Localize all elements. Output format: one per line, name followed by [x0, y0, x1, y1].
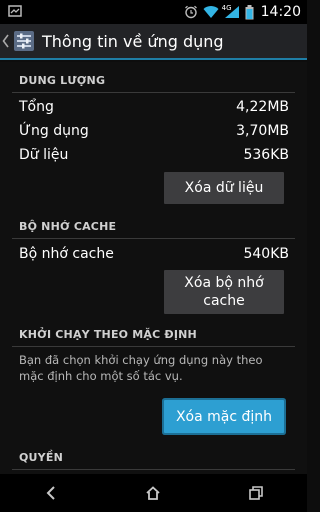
storage-row-data: Dữ liệu 536KB: [19, 147, 289, 163]
recent-apps-icon: [249, 486, 263, 500]
page-title: Thông tin về ứng dụng: [42, 31, 224, 51]
storage-label: Dữ liệu: [19, 147, 69, 163]
storage-value: 536KB: [243, 147, 289, 163]
action-bar: Thông tin về ứng dụng: [0, 24, 307, 60]
back-icon: [46, 486, 55, 500]
storage-label: Tổng: [19, 99, 54, 115]
storage-section-header: DUNG LƯỢNG: [12, 74, 295, 93]
signal-4g-icon: 4G: [221, 4, 240, 19]
chevron-left-icon: [2, 34, 9, 48]
cache-value: 540KB: [243, 246, 289, 262]
settings-app-icon[interactable]: [12, 29, 36, 53]
clear-defaults-button[interactable]: Xóa mặc định: [164, 400, 284, 433]
network-label: 4G: [221, 4, 232, 12]
notification-icon: [8, 4, 22, 18]
status-bar: 4G 14:20: [0, 0, 307, 24]
status-time: 14:20: [260, 4, 301, 20]
storage-label: Ứng dụng: [19, 123, 89, 139]
alarm-icon: [184, 5, 198, 19]
launch-default-description: Bạn đã chọn khởi chạy ứng dụng này theo …: [19, 353, 263, 383]
app-info-content[interactable]: DUNG LƯỢNG Tổng 4,22MB Ứng dụng 3,70MB D…: [0, 62, 307, 474]
clear-cache-button-label: Xóa bộ nhớ: [184, 275, 264, 291]
launch-default-section-header: KHỞI CHẠY THEO MẶC ĐỊNH: [12, 328, 295, 347]
storage-row-total: Tổng 4,22MB: [19, 99, 289, 115]
home-button[interactable]: [133, 478, 173, 508]
battery-icon: [245, 4, 254, 20]
permissions-section-header: QUYỀN: [12, 451, 295, 470]
storage-value: 4,22MB: [236, 99, 289, 115]
cache-row: Bộ nhớ cache 540KB: [19, 246, 289, 262]
back-button[interactable]: [31, 478, 71, 508]
storage-row-app: Ứng dụng 3,70MB: [19, 123, 289, 139]
recent-apps-button[interactable]: [236, 478, 276, 508]
cache-label: Bộ nhớ cache: [19, 246, 114, 262]
clear-cache-button[interactable]: Xóa bộ nhớ cache: [164, 270, 284, 314]
cache-section-header: BỘ NHỚ CACHE: [12, 220, 295, 239]
status-icons: 4G 14:20: [184, 0, 301, 24]
wifi-icon: [203, 5, 219, 19]
clear-data-button[interactable]: Xóa dữ liệu: [164, 172, 284, 204]
clear-cache-button-label: cache: [203, 293, 245, 309]
navigation-bar: [0, 474, 307, 512]
up-navigation[interactable]: [0, 23, 10, 59]
storage-value: 3,70MB: [236, 123, 289, 139]
home-icon: [146, 486, 161, 500]
